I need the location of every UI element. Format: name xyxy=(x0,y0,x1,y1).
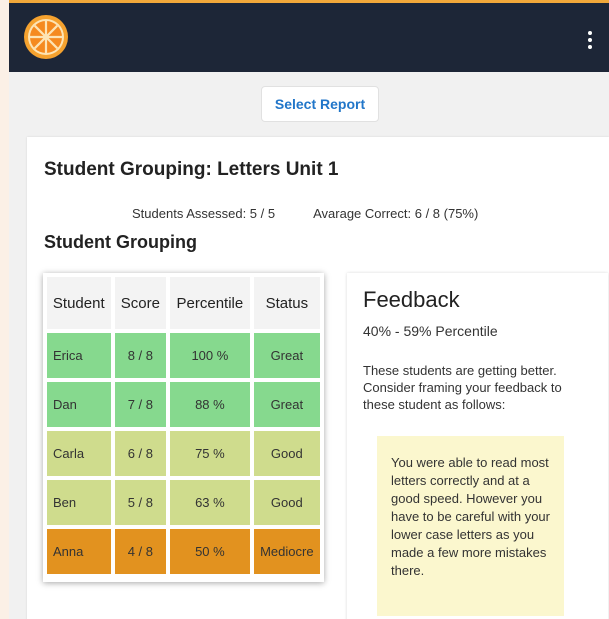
table-header-row: Student Score Percentile Status xyxy=(47,277,320,329)
feedback-title: Feedback xyxy=(363,287,460,312)
average-correct: Avarage Correct: 6 / 8 (75%) xyxy=(313,206,479,221)
student-name: Carla xyxy=(47,431,111,476)
kebab-menu-icon[interactable] xyxy=(587,31,593,49)
student-percentile: 63 % xyxy=(170,480,250,525)
student-name: Erica xyxy=(47,333,111,378)
table-row: Dan 7 / 8 88 % Great xyxy=(47,382,320,427)
column-header-student: Student xyxy=(47,277,111,329)
table-row: Erica 8 / 8 100 % Great xyxy=(47,333,320,378)
report-title: Student Grouping: Letters Unit 1 xyxy=(44,159,339,180)
grouping-table-card: Student Score Percentile Status Erica 8 … xyxy=(43,273,324,582)
table-row: Anna 4 / 8 50 % Mediocre xyxy=(47,529,320,574)
student-percentile: 88 % xyxy=(170,382,250,427)
report-stats: Students Assessed: 5 / 5 Avarage Correct:… xyxy=(132,206,478,221)
student-name: Anna xyxy=(47,529,111,574)
student-status: Great xyxy=(253,382,320,427)
feedback-intro: These students are getting better. Consi… xyxy=(363,363,562,412)
orange-slice-logo[interactable] xyxy=(23,14,69,60)
student-score: 7 / 8 xyxy=(114,382,167,427)
section-title: Student Grouping xyxy=(44,232,197,252)
column-header-status: Status xyxy=(253,277,320,329)
student-status: Good xyxy=(253,431,320,476)
student-score: 5 / 8 xyxy=(114,480,167,525)
student-percentile: 50 % xyxy=(170,529,250,574)
student-name: Dan xyxy=(47,382,111,427)
table-row: Carla 6 / 8 75 % Good xyxy=(47,431,320,476)
column-header-score: Score xyxy=(114,277,167,329)
grouping-table: Student Score Percentile Status Erica 8 … xyxy=(43,273,324,578)
select-report-button[interactable]: Select Report xyxy=(261,86,379,122)
student-status: Good xyxy=(253,480,320,525)
student-status: Great xyxy=(253,333,320,378)
column-header-percentile: Percentile xyxy=(170,277,250,329)
students-assessed: Students Assessed: 5 / 5 xyxy=(132,206,276,221)
student-score: 6 / 8 xyxy=(114,431,167,476)
student-percentile: 100 % xyxy=(170,333,250,378)
top-app-bar xyxy=(9,0,609,72)
table-row: Ben 5 / 8 63 % Good xyxy=(47,480,320,525)
feedback-panel: Feedback 40% - 59% Percentile These stud… xyxy=(347,273,608,619)
student-score: 8 / 8 xyxy=(114,333,167,378)
feedback-percentile-range: 40% - 59% Percentile xyxy=(363,323,498,339)
student-percentile: 75 % xyxy=(170,431,250,476)
student-score: 4 / 8 xyxy=(114,529,167,574)
app-page: Select Report Student Grouping: Letters … xyxy=(9,0,609,619)
feedback-suggestion: You were able to read most letters corre… xyxy=(377,436,564,616)
student-status: Mediocre xyxy=(253,529,320,574)
student-name: Ben xyxy=(47,480,111,525)
report-card: Student Grouping: Letters Unit 1 Student… xyxy=(27,137,609,619)
